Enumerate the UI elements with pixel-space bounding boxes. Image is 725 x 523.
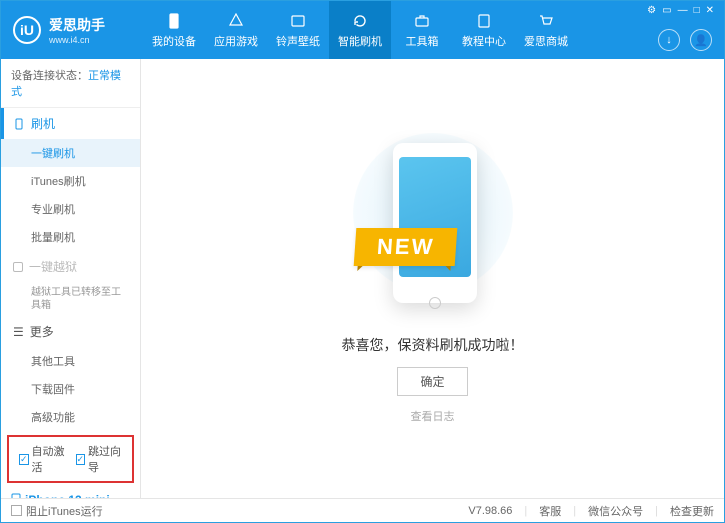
header: iU 爱思助手 www.i4.cn 我的设备 应用游戏 铃声壁纸 智能刷机 工具… xyxy=(1,1,724,59)
skip-guide-checkbox[interactable]: ✓ 跳过向导 xyxy=(76,443,123,475)
nav-ringtones[interactable]: 铃声壁纸 xyxy=(267,1,329,59)
wallet-icon xyxy=(289,12,307,30)
nav-label: 我的设备 xyxy=(152,33,196,49)
close-icon[interactable]: ✕ xyxy=(706,5,714,16)
checkbox-icon xyxy=(11,505,22,516)
side-jailbreak-title: 一键越狱 xyxy=(29,258,77,275)
download-icon[interactable]: ↓ xyxy=(658,29,680,51)
phone-illustration: NEW xyxy=(363,133,503,323)
phone-icon xyxy=(165,12,183,30)
app-name: 爱思助手 xyxy=(49,15,105,35)
logo-block: iU 爱思助手 www.i4.cn xyxy=(13,15,143,45)
header-user-area: ↓ 👤 xyxy=(658,29,712,51)
user-icon[interactable]: 👤 xyxy=(690,29,712,51)
nav-flash[interactable]: 智能刷机 xyxy=(329,1,391,59)
nav-apps[interactable]: 应用游戏 xyxy=(205,1,267,59)
auto-activate-label: 自动激活 xyxy=(32,443,66,475)
nav-toolbox[interactable]: 工具箱 xyxy=(391,1,453,59)
refresh-icon xyxy=(351,12,369,30)
side-section-jailbreak: 一键越狱 xyxy=(1,251,140,282)
device-name: iPhone 12 mini xyxy=(25,493,110,498)
nav-label: 应用游戏 xyxy=(214,33,258,49)
phone-small-icon xyxy=(13,118,25,130)
window-controls: ⚙ ▭ — □ ✕ xyxy=(647,5,714,16)
side-section-flash[interactable]: 刷机 xyxy=(1,108,140,139)
success-message: 恭喜您，保资料刷机成功啦！ xyxy=(342,335,524,355)
sidebar-item-advanced[interactable]: 高级功能 xyxy=(1,403,140,431)
menu-icon: ☰ xyxy=(13,325,24,339)
update-link[interactable]: 检查更新 xyxy=(670,503,714,519)
options-highlight: ✓ 自动激活 ✓ 跳过向导 xyxy=(7,435,134,483)
device-phone-icon xyxy=(11,493,21,498)
ok-button[interactable]: 确定 xyxy=(397,367,467,396)
app-url: www.i4.cn xyxy=(49,35,105,45)
skin-icon[interactable]: ▭ xyxy=(662,5,671,16)
skip-guide-label: 跳过向导 xyxy=(88,443,122,475)
block-itunes-checkbox[interactable]: 阻止iTunes运行 xyxy=(11,503,103,519)
new-ribbon: NEW xyxy=(353,228,457,266)
settings-icon[interactable]: ⚙ xyxy=(647,5,656,16)
checkbox-icon: ✓ xyxy=(19,454,29,465)
block-itunes-label: 阻止iTunes运行 xyxy=(26,503,103,519)
nav-tutorials[interactable]: 教程中心 xyxy=(453,1,515,59)
auto-activate-checkbox[interactable]: ✓ 自动激活 xyxy=(19,443,66,475)
side-flash-title: 刷机 xyxy=(31,115,55,132)
sidebar-item-oneclick[interactable]: 一键刷机 xyxy=(1,139,140,167)
sidebar: 设备连接状态：正常模式 刷机 一键刷机 iTunes刷机 专业刷机 批量刷机 一… xyxy=(1,59,141,498)
apps-icon xyxy=(227,12,245,30)
nav-label: 工具箱 xyxy=(406,33,439,49)
wechat-link[interactable]: 微信公众号 xyxy=(588,503,643,519)
lock-icon xyxy=(13,262,23,272)
jailbreak-note: 越狱工具已转移至工具箱 xyxy=(1,282,140,316)
logo-icon: iU xyxy=(13,16,41,44)
sidebar-item-batch[interactable]: 批量刷机 xyxy=(1,223,140,251)
nav-label: 教程中心 xyxy=(462,33,506,49)
main-content: NEW 恭喜您，保资料刷机成功啦！ 确定 查看日志 xyxy=(141,59,724,498)
side-more-title: 更多 xyxy=(30,323,54,340)
sidebar-item-pro[interactable]: 专业刷机 xyxy=(1,195,140,223)
nav-my-device[interactable]: 我的设备 xyxy=(143,1,205,59)
cart-icon xyxy=(537,12,555,30)
service-link[interactable]: 客服 xyxy=(539,503,561,519)
sidebar-item-download[interactable]: 下载固件 xyxy=(1,375,140,403)
nav-store[interactable]: 爱思商城 xyxy=(515,1,577,59)
view-log-link[interactable]: 查看日志 xyxy=(411,408,455,424)
checkbox-icon: ✓ xyxy=(76,454,86,465)
nav-label: 智能刷机 xyxy=(338,33,382,49)
side-section-more[interactable]: ☰ 更多 xyxy=(1,316,140,347)
nav-tabs: 我的设备 应用游戏 铃声壁纸 智能刷机 工具箱 教程中心 爱思商城 xyxy=(143,1,577,59)
sidebar-item-itunes[interactable]: iTunes刷机 xyxy=(1,167,140,195)
toolbox-icon xyxy=(413,12,431,30)
version-label: V7.98.66 xyxy=(468,505,512,517)
sidebar-item-other[interactable]: 其他工具 xyxy=(1,347,140,375)
device-block[interactable]: iPhone 12 mini 64GB Down-12mini-13,1 xyxy=(1,487,140,498)
nav-label: 铃声壁纸 xyxy=(276,33,320,49)
maximize-icon[interactable]: □ xyxy=(694,5,700,16)
nav-label: 爱思商城 xyxy=(524,33,568,49)
footer: 阻止iTunes运行 V7.98.66 | 客服 | 微信公众号 | 检查更新 xyxy=(1,498,724,522)
connection-status: 设备连接状态：正常模式 xyxy=(1,59,140,108)
minimize-icon[interactable]: — xyxy=(678,5,688,16)
conn-label: 设备连接状态： xyxy=(11,70,88,82)
book-icon xyxy=(475,12,493,30)
